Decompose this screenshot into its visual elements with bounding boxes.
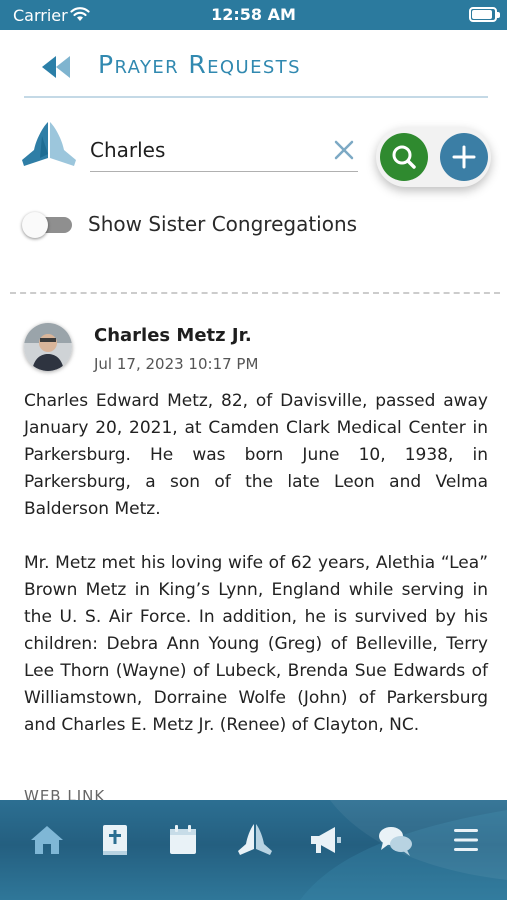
tab-bible[interactable] [95, 820, 135, 860]
tab-calendar[interactable] [163, 820, 203, 860]
plus-icon [452, 145, 476, 169]
post-paragraph: Charles Edward Metz, 82, of Davisville, … [24, 391, 488, 519]
praying-hands-icon [238, 824, 272, 855]
calendar-icon [170, 825, 196, 854]
bottom-tab-bar [0, 800, 507, 900]
chat-bubbles-icon [379, 827, 412, 856]
clear-search-button[interactable] [330, 136, 358, 164]
search-icon [392, 145, 416, 169]
praying-hands-logo-icon [18, 118, 80, 170]
megaphone-icon [311, 827, 341, 853]
post-author: Charles Metz Jr. [94, 325, 252, 346]
profile-photo [24, 323, 72, 371]
close-icon [334, 140, 354, 160]
post-body: Charles Edward Metz, 82, of Davisville, … [24, 388, 488, 766]
status-time: 12:58 AM [211, 5, 296, 24]
tab-announcements[interactable] [305, 820, 345, 860]
back-button[interactable] [38, 52, 74, 82]
search-field [90, 130, 358, 172]
tab-menu[interactable] [446, 820, 486, 860]
sister-congregations-label: Show Sister Congregations [88, 212, 358, 236]
header-divider [24, 96, 488, 98]
post-date: Jul 17, 2023 10:17 PM [94, 355, 259, 373]
avatar[interactable] [24, 323, 72, 371]
status-bar: Carrier 12:58 AM [0, 0, 507, 30]
search-input[interactable] [90, 132, 325, 168]
post-paragraph: Mr. Metz met his loving wife of 62 years… [24, 553, 488, 735]
header: Prayer Requests [0, 30, 507, 100]
toggle-knob [22, 212, 48, 238]
page-title: Prayer Requests [98, 50, 301, 79]
menu-icon [454, 829, 478, 851]
bible-icon [103, 825, 127, 855]
sister-congregations-toggle[interactable] [22, 212, 72, 238]
tab-home[interactable] [27, 820, 67, 860]
home-icon [31, 826, 63, 854]
tab-messages[interactable] [375, 820, 415, 860]
battery-icon [469, 7, 500, 22]
add-prayer-request-button[interactable] [440, 133, 488, 181]
tab-prayer[interactable] [235, 820, 275, 860]
search-button[interactable] [380, 133, 428, 181]
section-divider [10, 292, 500, 294]
back-double-chevron-icon [42, 56, 70, 78]
